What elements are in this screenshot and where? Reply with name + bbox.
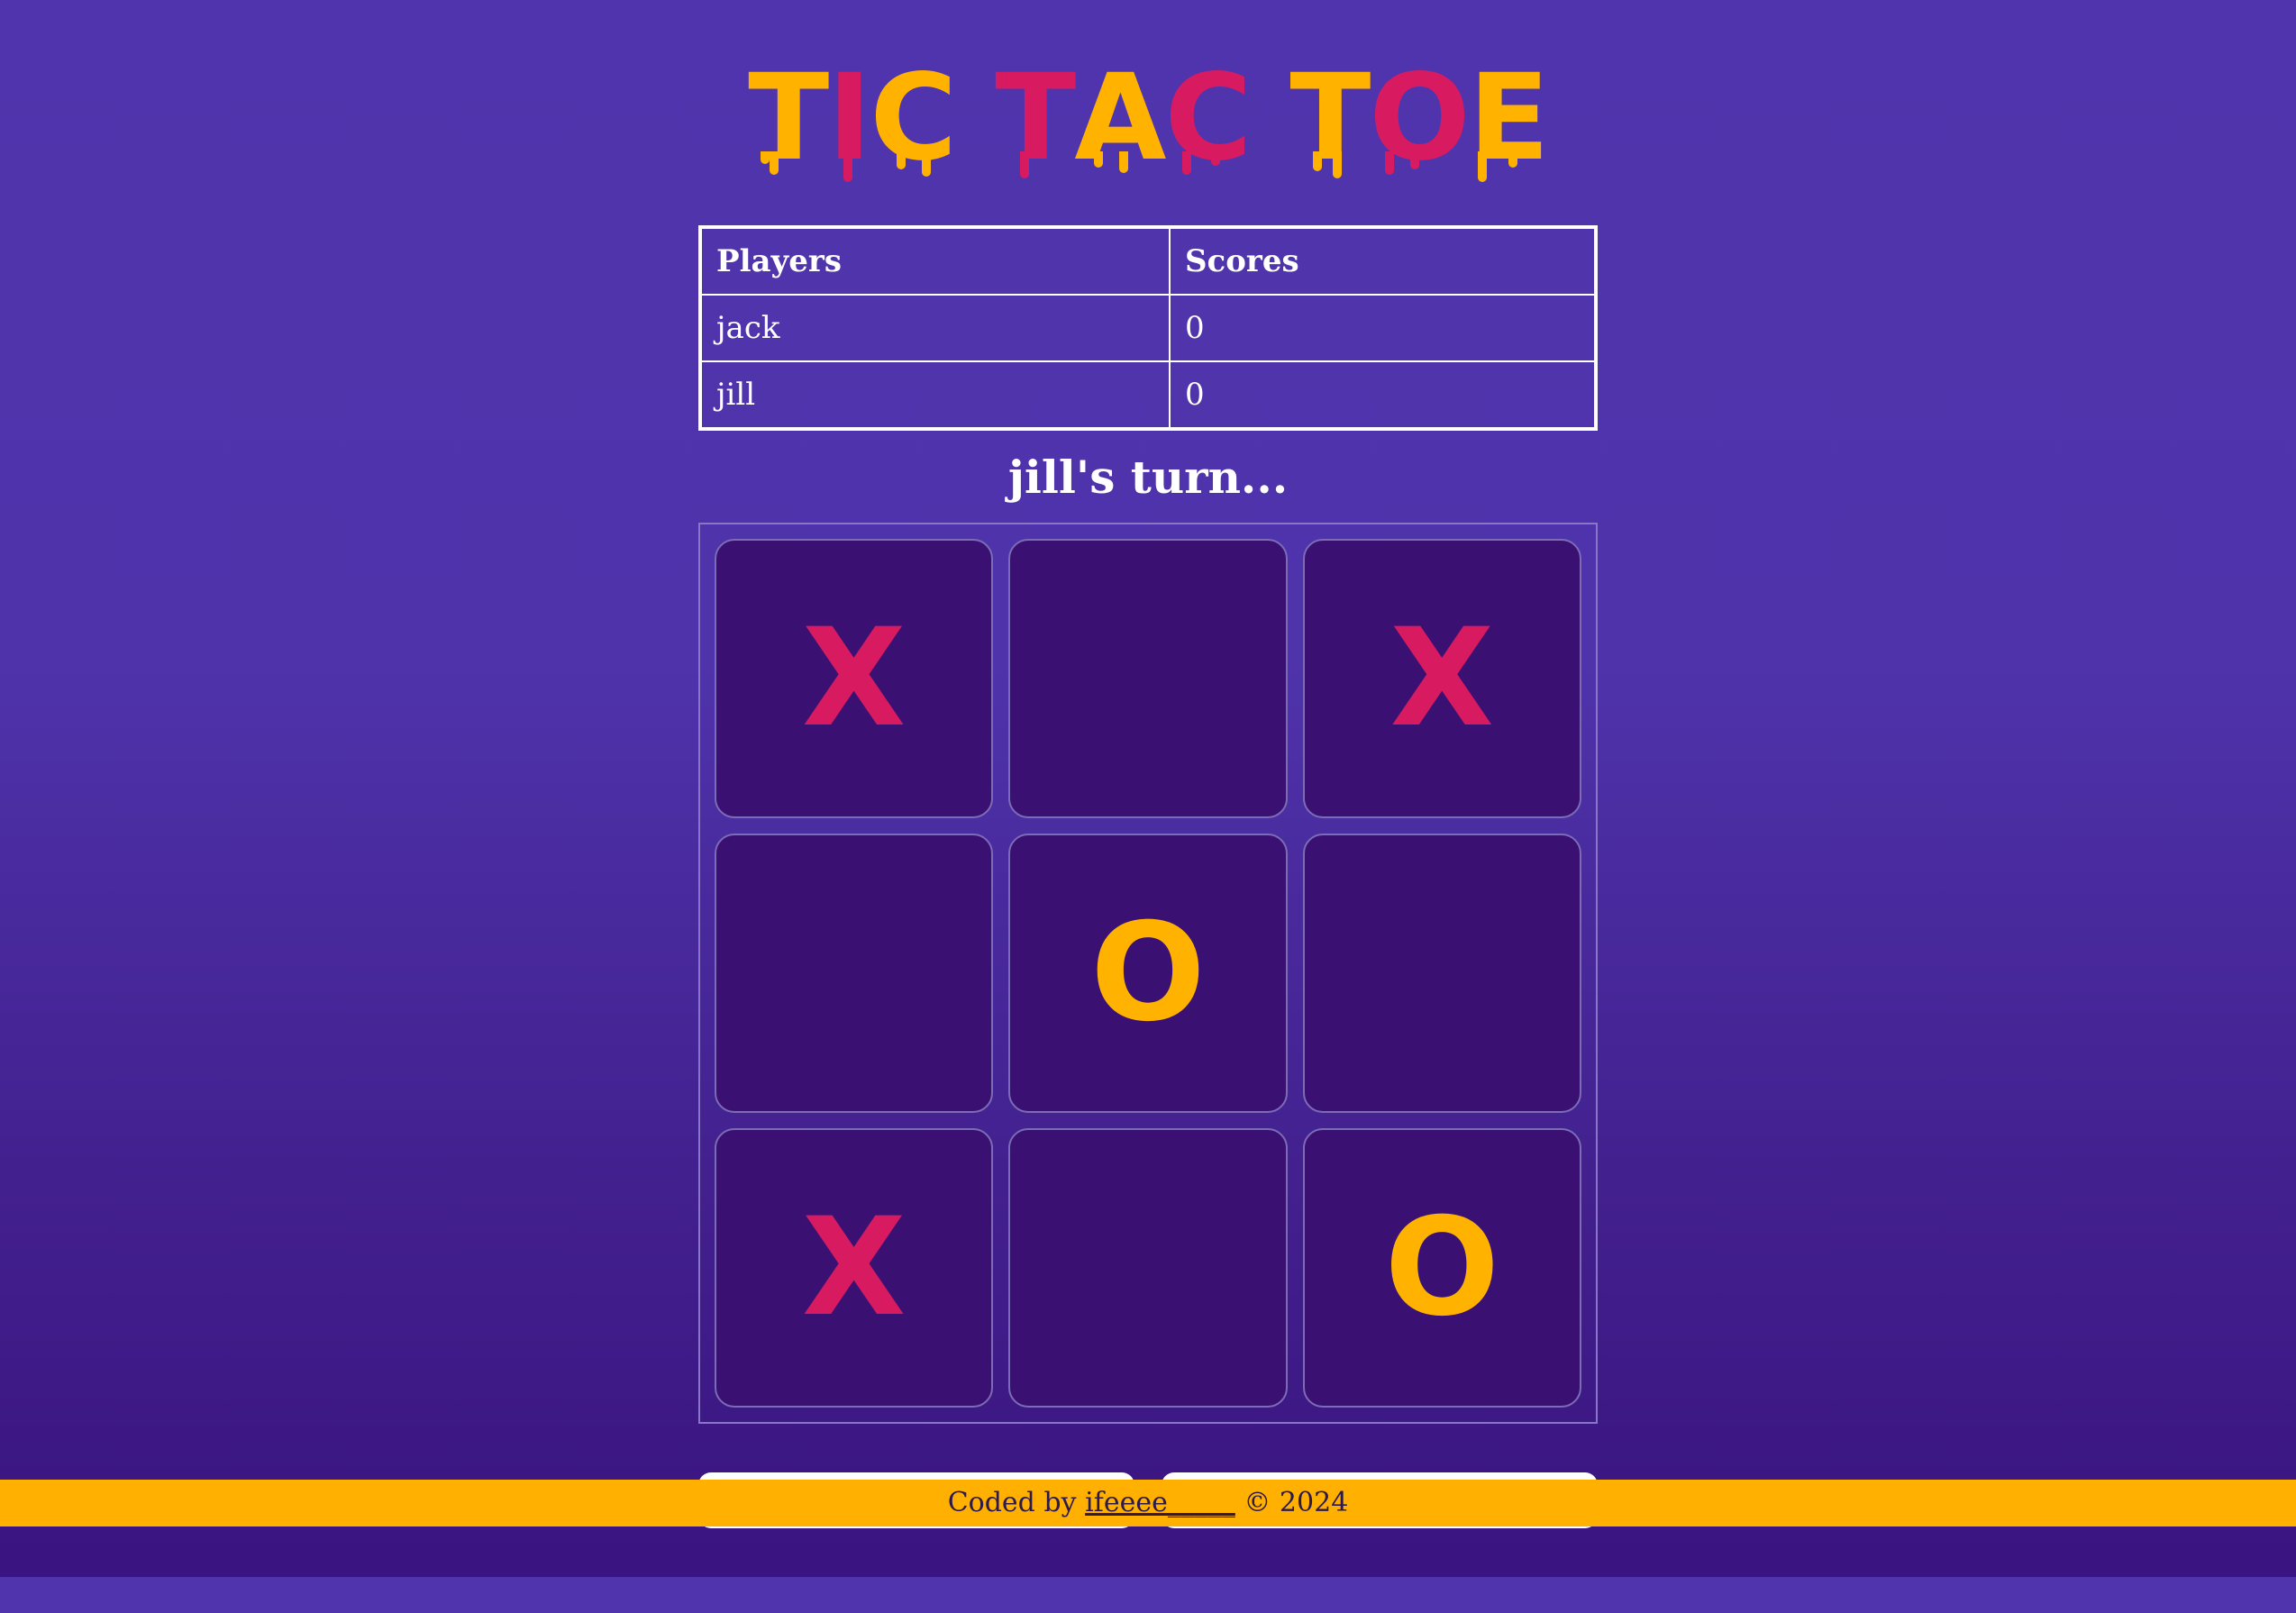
title-drip <box>1211 151 1221 166</box>
title-letter: T <box>995 49 1076 187</box>
title-drip <box>1333 151 1343 178</box>
footer-copyright: © 2024 <box>1244 1487 1349 1518</box>
title-letter: O <box>1369 49 1470 187</box>
title-drip <box>1410 151 1420 169</box>
title-drip <box>1119 151 1129 173</box>
scores-header: Scores <box>1169 226 1597 296</box>
player-name: jack <box>699 294 1171 362</box>
title-letter: A <box>1074 49 1166 187</box>
title-drip <box>897 151 907 169</box>
title-drip <box>1313 151 1323 171</box>
game-board: X X O X O <box>698 523 1598 1424</box>
title-drip <box>770 151 779 175</box>
scoreboard-row: jill 0 <box>699 360 1597 430</box>
scoreboard-row: jack 0 <box>699 294 1597 362</box>
title-drip <box>1182 151 1192 175</box>
title-drip <box>1020 151 1030 178</box>
cell-mark: X <box>1389 600 1495 757</box>
board-cell-2[interactable] <box>1008 539 1288 818</box>
cell-mark: X <box>801 600 907 757</box>
scoreboard-header-row: Players Scores <box>699 226 1597 296</box>
board-cell-1[interactable]: X <box>715 539 994 818</box>
board-cell-8[interactable] <box>1008 1128 1288 1408</box>
page-bottom-strip <box>0 1577 2296 1613</box>
player-score: 0 <box>1169 360 1597 430</box>
board-cell-5[interactable]: O <box>1008 834 1288 1113</box>
title-letters: TICTACTOE <box>748 49 1550 187</box>
title-drip <box>843 151 853 182</box>
cell-mark: O <box>1384 1189 1500 1346</box>
board-cell-7[interactable]: X <box>715 1128 994 1408</box>
players-header: Players <box>699 226 1171 296</box>
turn-indicator: jill's turn... <box>1007 451 1289 504</box>
title-drip <box>761 151 770 164</box>
footer: Coded by ifeeee_____ © 2024 <box>0 1480 2296 1526</box>
title-drip <box>922 151 932 177</box>
title-letter: T <box>1289 49 1371 187</box>
footer-prefix: Coded by <box>947 1487 1077 1518</box>
title-letter: C <box>1164 49 1252 187</box>
player-name: jill <box>699 360 1171 430</box>
board-cell-9[interactable]: O <box>1302 1128 1581 1408</box>
board-cell-3[interactable]: X <box>1302 539 1581 818</box>
title-drip <box>1508 151 1517 168</box>
cell-mark: X <box>801 1189 907 1346</box>
title-letter: C <box>870 49 957 187</box>
scoreboard-table: Players Scores jack 0 jill 0 <box>698 225 1598 431</box>
title-letter: E <box>1468 49 1550 187</box>
title-drip <box>1094 151 1104 168</box>
board-cell-6[interactable] <box>1302 834 1581 1113</box>
player-score: 0 <box>1169 294 1597 362</box>
title-drip <box>1385 151 1395 175</box>
author-link[interactable]: ifeeee_____ <box>1085 1487 1235 1518</box>
title-drip <box>1477 151 1487 182</box>
title-letter: T <box>748 49 829 187</box>
cell-mark: O <box>1090 895 1206 1052</box>
game-title: TICTACTOE <box>0 50 2296 186</box>
title-letter: I <box>827 49 871 187</box>
board-cell-4[interactable] <box>715 834 994 1113</box>
